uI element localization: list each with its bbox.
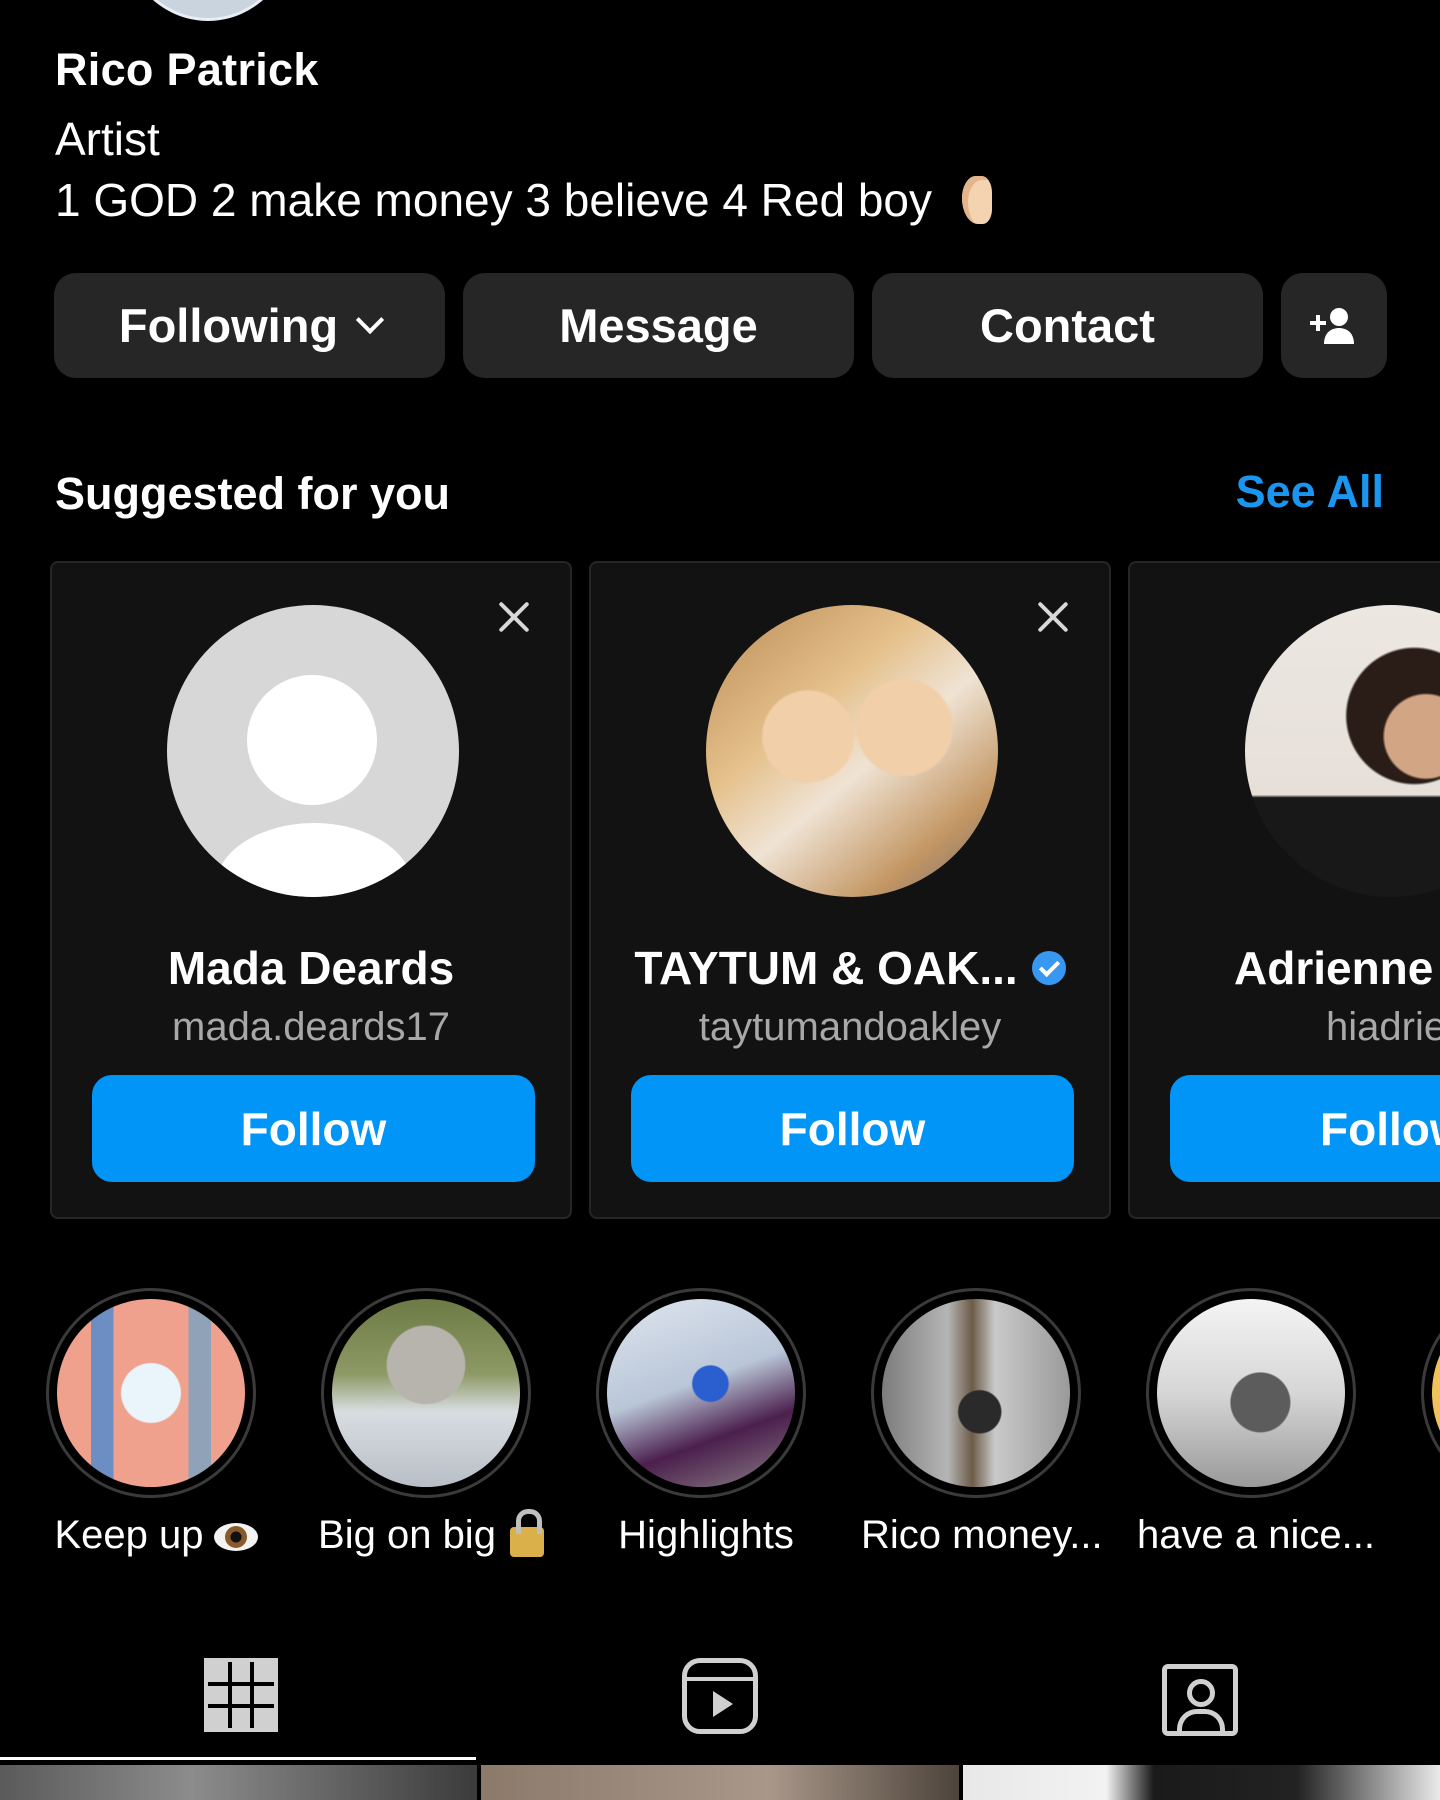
grid-icon: [204, 1658, 278, 1732]
highlight-cover: [882, 1299, 1070, 1487]
close-icon[interactable]: [1035, 599, 1071, 635]
suggestion-name: Adrienne: [1234, 942, 1434, 994]
highlight-cover: [607, 1299, 795, 1487]
suggested-cards: Mada Deards mada.deards17 Follow TAYTUM …: [50, 561, 1440, 1219]
tab-tagged[interactable]: [1162, 1658, 1238, 1736]
close-icon[interactable]: [496, 599, 532, 635]
verified-badge-icon: [1031, 951, 1066, 985]
follow-button[interactable]: Follow: [92, 1075, 535, 1182]
suggestion-name: Mada Deards: [167, 942, 455, 994]
post-thumbnail[interactable]: [962, 1765, 1440, 1800]
see-all-link[interactable]: See All: [1236, 466, 1384, 518]
following-label: Following: [118, 299, 339, 352]
eye-emoji-icon: [213, 1523, 258, 1552]
highlight-item[interactable]: Rico money...: [861, 1288, 1146, 1568]
suggestion-card[interactable]: Adrienne hiadrie Follow: [1128, 561, 1440, 1219]
profile-bio: 1 GOD 2 make money 3 believe 4 Red boy: [55, 173, 993, 227]
suggestion-username: hiadrie: [1326, 1005, 1440, 1049]
highlight-label: Keep up: [36, 1513, 276, 1558]
posts-grid: [0, 1765, 1440, 1800]
profile-avatar[interactable]: [120, 0, 296, 21]
active-tab-indicator: [0, 1757, 476, 1760]
highlight-item[interactable]: Keep up: [46, 1288, 321, 1568]
highlight-item[interactable]: Big on big: [318, 1288, 596, 1568]
suggestion-name: TAYTUM & OAK...: [591, 941, 1109, 995]
suggestion-username: mada.deards17: [172, 1005, 450, 1049]
highlight-label: Highlights: [618, 1513, 794, 1557]
highlight-cover: [332, 1299, 520, 1487]
avatar[interactable]: [706, 605, 998, 897]
following-button[interactable]: Following: [54, 273, 445, 378]
tab-grid[interactable]: [204, 1658, 278, 1732]
highlight-cover: [1157, 1299, 1345, 1487]
highlight-cover: [1432, 1299, 1440, 1487]
tab-reels[interactable]: [682, 1658, 758, 1734]
add-user-button[interactable]: [1281, 273, 1387, 378]
post-thumbnail[interactable]: [0, 1765, 478, 1800]
profile-category: Artist: [55, 113, 160, 165]
profile-bio-text: 1 GOD 2 make money 3 believe 4 Red boy: [55, 174, 933, 226]
highlight-item[interactable]: [1421, 1288, 1440, 1568]
highlight-item[interactable]: have a nice...: [1137, 1288, 1421, 1568]
profile-tabs: [0, 1640, 1440, 1760]
highlight-cover: [57, 1299, 245, 1487]
highlight-item[interactable]: Highlights: [596, 1288, 871, 1568]
message-button[interactable]: Message: [463, 273, 854, 378]
ear-emoji-icon: [962, 176, 993, 224]
tagged-icon: [1162, 1664, 1238, 1736]
story-highlights: Keep up Big on big Highlights Rico money…: [46, 1288, 1440, 1568]
suggested-title: Suggested for you: [55, 468, 451, 519]
profile-name: Rico Patrick: [55, 44, 319, 95]
post-thumbnail[interactable]: [481, 1765, 959, 1800]
highlight-label: Rico money...: [861, 1513, 1103, 1557]
suggestion-username: taytumandoakley: [698, 1005, 1002, 1049]
chevron-down-icon: [355, 305, 385, 334]
highlight-label: Big on big: [311, 1509, 551, 1558]
suggestion-card[interactable]: TAYTUM & OAK... taytumandoakley Follow: [589, 561, 1111, 1219]
avatar[interactable]: [1245, 605, 1440, 897]
default-avatar[interactable]: [167, 605, 459, 897]
reels-icon: [682, 1658, 758, 1734]
contact-button[interactable]: Contact: [872, 273, 1263, 378]
follow-button[interactable]: Follow: [631, 1075, 1074, 1182]
follow-button[interactable]: Follow: [1170, 1075, 1440, 1182]
person-add-icon: [1310, 307, 1354, 344]
lock-emoji-icon: [509, 1509, 544, 1558]
profile-actions: Following Message Contact: [54, 273, 1387, 378]
highlight-label: have a nice...: [1137, 1513, 1375, 1557]
suggestion-card[interactable]: Mada Deards mada.deards17 Follow: [50, 561, 572, 1219]
